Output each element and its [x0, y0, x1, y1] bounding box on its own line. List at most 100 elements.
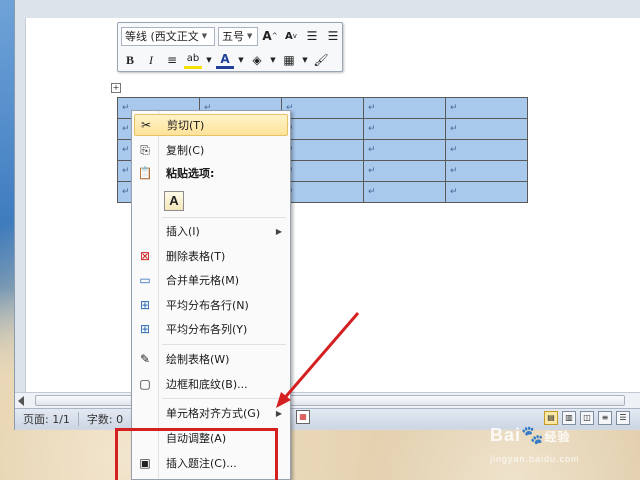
context-menu: ✂ 剪切(T) ⎘ 复制(C) 📋 粘贴选项: A 插入(I) ▶ ⊠ 删除表格…: [131, 110, 291, 480]
watermark-brand: Bai: [490, 425, 522, 445]
menu-item-label: 平均分布各列(Y): [166, 323, 248, 336]
distribute-rows-icon: ⊞: [139, 298, 151, 312]
font-name-value: 等线 (西文正文: [125, 30, 199, 43]
chevron-down-icon: ▼: [201, 32, 208, 40]
borders-shading-icon: ▢: [139, 377, 151, 391]
table-cell[interactable]: ↵: [281, 160, 364, 182]
bold-button[interactable]: B: [121, 51, 139, 69]
font-name-combo[interactable]: 等线 (西文正文 ▼: [121, 26, 215, 46]
copy-icon: ⎘: [140, 142, 150, 157]
menu-separator: [162, 344, 286, 345]
chevron-down-icon[interactable]: ▼: [301, 51, 309, 69]
menu-separator: [162, 217, 286, 218]
blank-icon: [134, 220, 156, 242]
menu-item-cell-alignment[interactable]: 单元格对齐方式(G) ▶: [134, 402, 288, 424]
menu-item-distribute-columns[interactable]: ⊞ 平均分布各列(Y): [134, 318, 288, 340]
highlight-color-icon[interactable]: ab: [184, 51, 202, 69]
menu-item-merge-cells[interactable]: ▭ 合并单元格(M): [134, 269, 288, 291]
scissors-icon: ✂: [140, 118, 152, 132]
table-move-handle-icon[interactable]: +: [111, 83, 121, 93]
menu-item-insert[interactable]: 插入(I) ▶: [134, 220, 288, 242]
borders-icon[interactable]: ▦: [280, 51, 298, 69]
shading-bucket-icon[interactable]: ◈: [248, 51, 266, 69]
decrease-indent-icon[interactable]: ☰: [303, 27, 321, 45]
read-mode-icon[interactable]: ▥: [562, 411, 576, 425]
italic-button[interactable]: I: [142, 51, 160, 69]
menu-item-copy[interactable]: ⎘ 复制(C): [134, 139, 288, 161]
table-cell[interactable]: ↵: [445, 139, 528, 161]
watermark-brand-suffix: 经验: [544, 430, 571, 444]
clipboard-icon: 📋: [137, 166, 153, 180]
view-switcher: ▤ ▥ ◫ ≡ ☰: [544, 411, 630, 425]
table-cell[interactable]: ↵: [281, 139, 364, 161]
paste-keep-text-icon[interactable]: A: [164, 191, 184, 211]
page-count[interactable]: 页面: 1/1: [15, 411, 78, 427]
chevron-down-icon[interactable]: ▼: [237, 51, 245, 69]
menu-heading-label: 粘贴选项:: [166, 167, 215, 180]
font-color-button[interactable]: A: [216, 51, 234, 69]
menu-item-cut[interactable]: ✂ 剪切(T): [134, 114, 288, 136]
annotation-highlight-box: [115, 428, 278, 480]
menu-item-label: 单元格对齐方式(G): [166, 407, 261, 420]
menu-item-draw-table[interactable]: ✎ 绘制表格(W): [134, 348, 288, 370]
submenu-arrow-icon: ▶: [275, 226, 282, 236]
menu-item-label: 平均分布各行(N): [166, 299, 249, 312]
menu-item-distribute-rows[interactable]: ⊞ 平均分布各行(N): [134, 294, 288, 316]
grow-font-icon[interactable]: A ^: [261, 27, 279, 45]
table-status-icon[interactable]: ▦: [296, 410, 310, 424]
mini-toolbar-row-format: B I ≡ ab ▼ A ▼ ◈ ▼ ▦ ▼ 🖌: [121, 49, 330, 71]
menu-item-label: 合并单元格(M): [166, 274, 240, 287]
watermark-url: jingyan.baidu.com: [490, 454, 580, 464]
menu-item-delete-table[interactable]: ⊠ 删除表格(T): [134, 245, 288, 267]
table-cell[interactable]: ↵: [445, 118, 528, 140]
menu-item-label: 剪切(T): [167, 119, 205, 132]
outline-view-icon[interactable]: ≡: [598, 411, 612, 425]
font-size-value: 五号: [222, 30, 244, 43]
table-cell[interactable]: ↵: [445, 181, 528, 203]
chevron-down-icon: ▼: [247, 32, 253, 40]
blank-icon: [134, 402, 156, 424]
font-size-combo[interactable]: 五号 ▼: [218, 26, 258, 46]
table-cell[interactable]: ↵: [363, 181, 446, 203]
menu-item-label: 插入(I): [166, 225, 200, 238]
web-layout-icon[interactable]: ◫: [580, 411, 594, 425]
mini-toolbar: 等线 (西文正文 ▼ 五号 ▼ A ^ Av ☰ ☰ B I ≡ ab ▼ A ▼…: [117, 22, 343, 72]
align-center-icon[interactable]: ≡: [163, 51, 181, 69]
table-cell[interactable]: ↵: [363, 97, 446, 119]
table-cell[interactable]: ↵: [363, 160, 446, 182]
increase-indent-icon[interactable]: ☰: [324, 27, 342, 45]
table-cell[interactable]: ↵: [363, 118, 446, 140]
horizontal-scrollbar[interactable]: [15, 392, 640, 408]
watermark: Bai🐾经验 jingyan.baidu.com: [490, 425, 580, 467]
format-painter-icon[interactable]: 🖌: [312, 51, 330, 69]
table-cell[interactable]: ↵: [445, 160, 528, 182]
scroll-thumb[interactable]: [35, 395, 625, 406]
menu-item-borders-shading[interactable]: ▢ 边框和底纹(B)...: [134, 373, 288, 395]
scroll-left-icon[interactable]: [18, 396, 24, 406]
chevron-down-icon[interactable]: ▼: [269, 51, 277, 69]
table-cell[interactable]: ↵: [363, 139, 446, 161]
word-count[interactable]: 字数: 0: [79, 411, 131, 427]
table-cell[interactable]: ↵: [445, 97, 528, 119]
merge-cells-icon: ▭: [139, 273, 151, 287]
menu-separator: [162, 398, 286, 399]
distribute-columns-icon: ⊞: [139, 322, 151, 336]
table-cell[interactable]: ↵: [281, 181, 364, 203]
shrink-font-icon[interactable]: Av: [282, 27, 300, 45]
document-page[interactable]: [25, 18, 640, 392]
delete-table-icon: ⊠: [139, 249, 151, 263]
table-cell[interactable]: ↵: [281, 118, 364, 140]
menu-heading-paste-options: 📋 粘贴选项:: [134, 162, 288, 184]
menu-item-label: 复制(C): [166, 144, 205, 157]
mini-toolbar-row-font: 等线 (西文正文 ▼ 五号 ▼ A ^ Av ☰ ☰: [121, 25, 342, 47]
chevron-down-icon[interactable]: ▼: [205, 51, 213, 69]
menu-item-label: 绘制表格(W): [166, 353, 230, 366]
draw-table-icon: ✎: [139, 352, 151, 366]
submenu-arrow-icon: ▶: [275, 408, 282, 418]
paw-icon: 🐾: [521, 425, 545, 445]
menu-item-label: 删除表格(T): [166, 250, 226, 263]
print-layout-icon[interactable]: ▤: [544, 411, 558, 425]
menu-item-label: 边框和底纹(B)...: [166, 378, 248, 391]
table-cell[interactable]: ↵: [281, 97, 364, 119]
draft-view-icon[interactable]: ☰: [616, 411, 630, 425]
